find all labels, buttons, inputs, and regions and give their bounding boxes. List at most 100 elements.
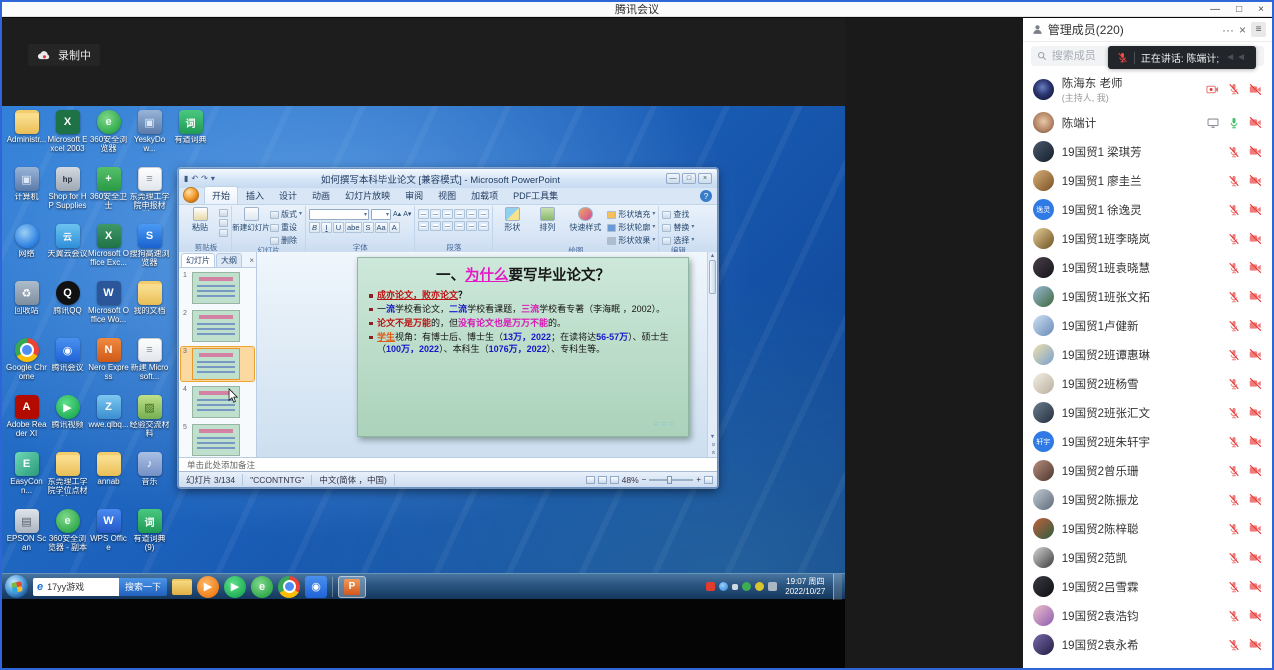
ppt-minimize-button[interactable]: —: [666, 173, 680, 184]
taskbar-app-icon[interactable]: e: [251, 576, 273, 598]
slide-thumbnail[interactable]: 4: [181, 385, 254, 419]
camera-off-icon[interactable]: [1249, 435, 1262, 448]
shapes-button[interactable]: 形状: [496, 207, 528, 233]
replace-button[interactable]: 替换▾: [662, 222, 694, 233]
scrollbar-thumb[interactable]: [709, 260, 716, 294]
mic-off-icon[interactable]: [1228, 436, 1240, 448]
desktop-icon[interactable]: 网络: [6, 224, 47, 281]
mic-off-icon[interactable]: [1228, 523, 1240, 535]
minimize-button[interactable]: —: [1210, 5, 1220, 15]
desktop-icon[interactable]: ≡ 东莞理工学院申报材料...: [129, 167, 170, 224]
ribbon-tab[interactable]: 视图: [431, 187, 463, 204]
slide-scrollbar[interactable]: ▲ ▼ » «: [707, 252, 717, 457]
desktop-icon[interactable]: 云 天翼云会议: [47, 224, 88, 281]
mic-off-icon[interactable]: [1228, 262, 1240, 274]
scroll-up-icon[interactable]: ▲: [710, 253, 715, 259]
slide-thumbnail[interactable]: 3: [181, 347, 254, 381]
numbered-list-icon[interactable]: [430, 209, 441, 219]
desktop-icon[interactable]: Google Chrome: [6, 338, 47, 395]
camera-off-icon[interactable]: [1249, 551, 1262, 564]
justify-icon[interactable]: [454, 221, 465, 231]
font-style-button[interactable]: Aa: [375, 222, 388, 233]
paste-button[interactable]: 粘贴: [184, 207, 216, 233]
mic-off-icon[interactable]: [1228, 320, 1240, 332]
member-row[interactable]: 19国贸1班李晓岚: [1023, 224, 1272, 253]
ribbon-tab[interactable]: 开始: [204, 186, 238, 204]
desktop-icon[interactable]: ◉ 腾讯会议: [47, 338, 88, 395]
ribbon-tab[interactable]: 加载项: [464, 187, 505, 204]
zoom-out-icon[interactable]: −: [642, 475, 647, 484]
zoom-in-icon[interactable]: +: [696, 475, 701, 484]
office-button[interactable]: [183, 187, 199, 203]
desktop-icon[interactable]: ▣ 计算机: [6, 167, 47, 224]
desktop-icon[interactable]: + 360安全卫士: [88, 167, 129, 224]
ribbon-tab[interactable]: 插入: [239, 187, 271, 204]
desktop-icon[interactable]: e 360安全浏览器: [88, 110, 129, 167]
mic-off-icon[interactable]: [1228, 146, 1240, 158]
camera-off-icon[interactable]: [1249, 522, 1262, 535]
arrange-button[interactable]: 排列: [531, 207, 563, 233]
save-icon[interactable]: ▮: [184, 175, 188, 183]
shrink-font-icon[interactable]: A▾: [403, 209, 411, 220]
desktop-icon[interactable]: ▤ EPSON Scan: [6, 509, 47, 566]
ppt-close-button[interactable]: ×: [698, 173, 712, 184]
normal-view-icon[interactable]: [586, 476, 595, 484]
camera-off-icon[interactable]: [1249, 406, 1262, 419]
member-row[interactable]: 19国贸1 梁琪芳: [1023, 137, 1272, 166]
desktop-icon[interactable]: ▣ YeskyDow...: [129, 110, 170, 167]
desktop-icon[interactable]: 词 有道词典(9): [129, 509, 170, 566]
slide-thumbnail[interactable]: 2: [181, 309, 254, 343]
camera-off-icon[interactable]: [1249, 232, 1262, 245]
camera-off-icon[interactable]: [1249, 638, 1262, 651]
desktop-icon[interactable]: ♪ 音乐: [129, 452, 170, 509]
ribbon-tab[interactable]: PDF工具集: [506, 187, 565, 204]
font-style-button[interactable]: B: [309, 222, 320, 233]
help-icon[interactable]: ?: [700, 190, 712, 202]
desktop-icon[interactable]: W Microsoft Office Wo...: [88, 281, 129, 338]
cut-icon[interactable]: [219, 209, 228, 217]
font-style-button[interactable]: abe: [345, 222, 362, 233]
ppt-maximize-button[interactable]: □: [682, 173, 696, 184]
desktop-icon[interactable]: S 搜狗高速浏览器: [129, 224, 170, 281]
smartart-icon[interactable]: [478, 221, 489, 231]
member-row[interactable]: 19国贸2班谭惠琳: [1023, 340, 1272, 369]
mic-off-icon[interactable]: [1228, 83, 1240, 95]
mic-off-icon[interactable]: [1228, 465, 1240, 477]
desktop-icon[interactable]: N Nero Express: [88, 338, 129, 395]
desktop-icon[interactable]: A Adobe Reader XI: [6, 395, 47, 452]
close-button[interactable]: ×: [1258, 5, 1264, 15]
network-tray-icon[interactable]: [719, 582, 728, 591]
desktop-icon[interactable]: ≡ 新建 Microsoft...: [129, 338, 170, 395]
mic-off-icon[interactable]: [1228, 407, 1240, 419]
mic-off-icon[interactable]: [1228, 581, 1240, 593]
delete-button[interactable]: 删除: [270, 235, 302, 246]
member-row[interactable]: 逸灵 19国贸1 徐逸灵: [1023, 195, 1272, 224]
antivirus-tray-icon[interactable]: [742, 582, 751, 591]
mic-off-icon[interactable]: [1228, 552, 1240, 564]
taskbar-powerpoint-button[interactable]: P: [338, 576, 366, 598]
member-row[interactable]: 19国贸2范凯: [1023, 543, 1272, 572]
font-name-select[interactable]: [309, 209, 369, 220]
member-row[interactable]: 19国贸1卢健新: [1023, 311, 1272, 340]
mic-off-icon[interactable]: [1228, 291, 1240, 303]
desktop-icon[interactable]: 东莞理工学院学位点材料...: [47, 452, 88, 509]
show-desktop-button[interactable]: [833, 574, 842, 600]
camera-off-icon[interactable]: [1249, 116, 1262, 129]
decrease-indent-icon[interactable]: [442, 209, 453, 219]
mic-off-icon[interactable]: [1228, 204, 1240, 216]
taskbar-app-icon[interactable]: ◉: [305, 576, 327, 598]
desktop-icon[interactable]: 词 有道词典: [170, 110, 211, 167]
font-style-button[interactable]: U: [333, 222, 344, 233]
mic-off-icon[interactable]: [1228, 378, 1240, 390]
member-row[interactable]: 19国贸2班张汇文: [1023, 398, 1272, 427]
member-row[interactable]: 陈海东 老师 (主持人, 我): [1023, 70, 1272, 108]
camera-off-icon[interactable]: [1249, 203, 1262, 216]
maximize-button[interactable]: □: [1236, 5, 1242, 15]
member-row[interactable]: 19国贸1 廖圭兰: [1023, 166, 1272, 195]
redo-icon[interactable]: ↷: [201, 175, 208, 183]
align-right-icon[interactable]: [442, 221, 453, 231]
taskbar-search-text[interactable]: 17yy游戏: [47, 580, 84, 593]
shape-fill-button[interactable]: 形状填充▾: [607, 209, 655, 220]
slide-content-box[interactable]: 一、为什么要写毕业论文？ 成亦论文，败亦论文？ 一流学校看论文，二流学校看课题，…: [357, 257, 689, 437]
shape-outline-button[interactable]: 形状轮廓▾: [607, 222, 655, 233]
